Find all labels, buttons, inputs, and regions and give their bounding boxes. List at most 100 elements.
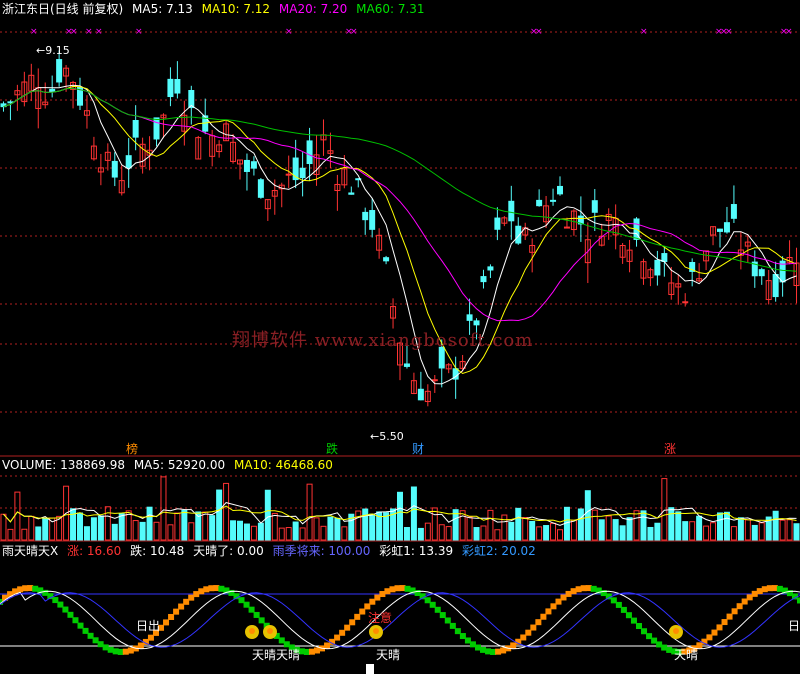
volume-bar <box>424 522 431 541</box>
volume-bar <box>132 520 139 541</box>
indicator-block <box>339 629 346 636</box>
signal-clear-double: 天晴天晴 <box>252 648 301 662</box>
sun-icon-core <box>673 628 679 634</box>
volume-bar <box>445 526 452 541</box>
volume-bar <box>397 491 403 541</box>
cross-mark: × <box>535 27 543 37</box>
volume-bar <box>522 517 529 541</box>
cross-mark: × <box>640 27 648 37</box>
candle-body <box>758 269 765 277</box>
volume-bar <box>689 521 696 541</box>
volume-bar <box>271 512 278 541</box>
volume-bar <box>167 524 174 541</box>
candle-body <box>299 167 306 179</box>
cross-mark: × <box>135 27 143 37</box>
candle-body <box>250 161 257 169</box>
volume-bar <box>473 527 480 541</box>
volume-bar <box>153 521 160 541</box>
volume-ma10: MA10: 46468.60 <box>233 458 333 472</box>
volume-bar <box>237 520 243 541</box>
indicator-block <box>173 608 180 615</box>
volume-bar <box>320 525 327 541</box>
candle-body <box>466 314 473 321</box>
indicator-block <box>620 606 627 613</box>
volume-bar <box>369 513 376 541</box>
indicator-block <box>434 606 441 613</box>
indicator-block <box>72 617 79 624</box>
high-price-annotation: ←9.15 <box>36 44 70 57</box>
volume-bar <box>285 527 292 541</box>
volume-bar <box>536 526 543 541</box>
indicator-fall: 跌: 10.48 <box>130 544 185 558</box>
volume-bar <box>14 491 21 541</box>
volume-bar <box>327 516 334 541</box>
volume-bar <box>125 510 132 541</box>
volume-bar <box>501 514 508 541</box>
indicator-cursor-block <box>366 664 374 674</box>
volume-bar <box>612 519 619 541</box>
volume-bar <box>626 517 633 541</box>
indicator-block <box>163 619 170 626</box>
volume-bar <box>417 527 424 541</box>
volume-bar <box>584 490 591 541</box>
cross-mark: × <box>285 27 293 37</box>
candle-body <box>772 273 779 298</box>
volume-bar <box>640 510 647 541</box>
volume-bar <box>230 520 237 541</box>
indicator-block <box>540 613 547 620</box>
volume-bar <box>431 507 438 541</box>
signal-clear-2: 天晴 <box>674 648 699 662</box>
volume-bar <box>661 478 668 541</box>
volume-bar <box>682 521 689 541</box>
volume-bar <box>508 521 515 541</box>
volume-bar <box>751 524 758 541</box>
indicator-block <box>439 612 446 619</box>
candle-body <box>306 140 313 165</box>
event-marker-cai[interactable]: 财 <box>410 440 426 457</box>
indicator-rainbow2: 彩虹2: 20.02 <box>461 544 536 558</box>
volume-bar <box>598 519 605 541</box>
indicator-block <box>630 617 637 624</box>
volume-bar <box>758 522 765 541</box>
event-marker-die[interactable]: 跌 <box>324 440 340 457</box>
ma10-value: MA10: 7.12 <box>201 2 271 16</box>
cross-mark: × <box>95 27 103 37</box>
cross-mark: × <box>350 27 358 37</box>
indicator-rainbow2-line <box>0 592 800 648</box>
volume-bar <box>557 529 563 541</box>
volume-bar <box>723 511 730 541</box>
arrow-left-icon: ← <box>36 44 46 57</box>
volume-bar <box>438 524 445 541</box>
volume-bar <box>181 509 188 541</box>
indicator-rainbow1-line <box>0 590 800 650</box>
candle-body <box>111 160 118 178</box>
ma60-value: MA60: 7.31 <box>356 2 425 16</box>
volume-bar <box>570 519 577 541</box>
candle-body <box>557 185 563 195</box>
candle-body <box>132 119 139 138</box>
candle-body <box>362 211 369 221</box>
volume-bar <box>97 515 104 541</box>
volume-bar <box>487 509 494 541</box>
volume-bar <box>334 517 341 541</box>
volume-value: VOLUME: 138869.98 <box>2 458 125 472</box>
volume-bar <box>452 509 459 541</box>
candle-body <box>494 217 501 230</box>
volume-bar <box>118 513 125 541</box>
candle-body <box>383 257 390 262</box>
ma20-line <box>3 87 797 322</box>
volume-bar <box>209 515 216 541</box>
volume-bar <box>313 517 320 541</box>
candle-body <box>417 388 424 401</box>
volume-bar <box>202 511 209 541</box>
event-marker-zhang[interactable]: 涨 <box>662 440 678 457</box>
volume-bar <box>703 525 710 541</box>
candle-body <box>480 276 487 283</box>
event-marker-bang[interactable]: 榜 <box>124 440 140 457</box>
candle-body <box>654 259 661 276</box>
indicator-clear: 天晴了: 0.00 <box>193 544 264 558</box>
candle-body <box>536 199 543 207</box>
candle-body <box>49 88 56 93</box>
volume-bar <box>0 513 7 541</box>
indicator-block <box>525 629 532 636</box>
